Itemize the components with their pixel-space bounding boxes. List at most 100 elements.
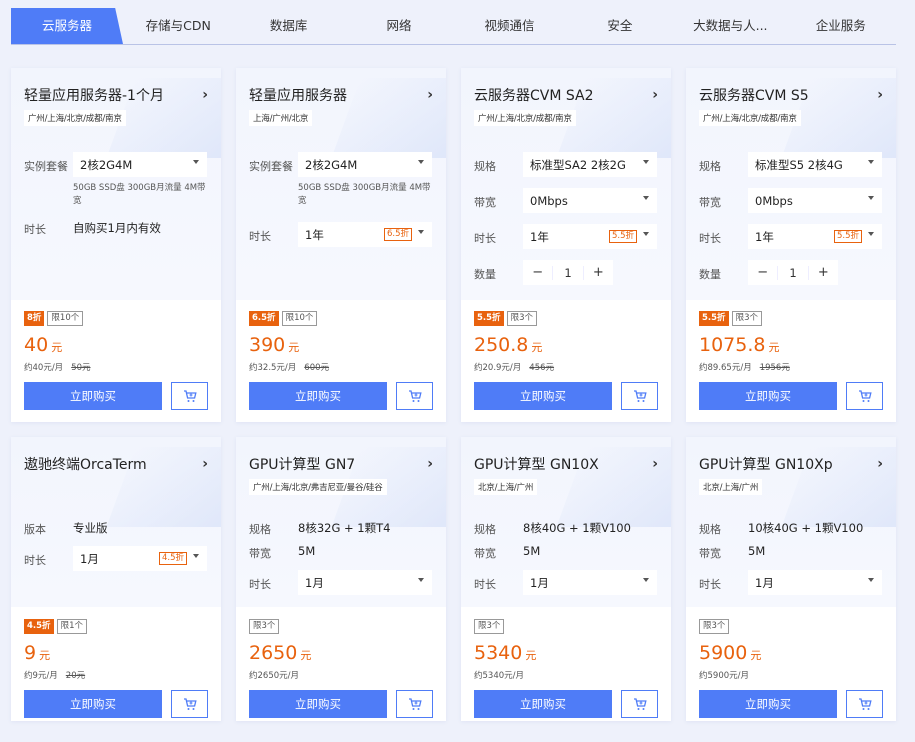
tab-security[interactable]: 安全 [565, 8, 675, 44]
chevron-right-icon: › [877, 87, 883, 103]
bandwidth-select[interactable]: 0Mbps [523, 188, 657, 213]
duration-select[interactable]: 1月 [748, 570, 882, 595]
spec-select[interactable]: 标准型SA2 2核2G [523, 152, 657, 177]
spec-value: 8核40G + 1颗V100 [523, 521, 631, 535]
add-to-cart-button[interactable] [171, 382, 208, 410]
discount-badge: 8折 [24, 311, 45, 326]
duration-label: 时长 [699, 578, 721, 591]
card-title-link[interactable]: GPU计算型 GN10Xp › [699, 454, 883, 474]
buy-now-button[interactable]: 立即购买 [474, 690, 612, 718]
card-title-link[interactable]: 遨驰终端OrcaTerm › [24, 454, 208, 474]
chevron-down-icon [868, 232, 874, 236]
duration-select[interactable]: 1月 [298, 570, 432, 595]
tab-network[interactable]: 网络 [344, 8, 454, 44]
chevron-right-icon: › [202, 456, 208, 472]
spec-value: 10核40G + 1颗V100 [748, 521, 864, 535]
duration-select[interactable]: 1年 6.5折 [298, 222, 432, 247]
buy-now-button[interactable]: 立即购买 [474, 382, 612, 410]
product-card-cvm-s5: 云服务器CVM S5 › 广州/上海/北京/成都/南京 规格 标准型S5 2核4… [686, 68, 896, 422]
card-title-link[interactable]: 轻量应用服务器-1个月 › [24, 85, 208, 105]
price-unit: 元 [51, 341, 63, 354]
quantity-value[interactable]: 1 [552, 265, 584, 280]
chevron-down-icon [418, 578, 424, 582]
quantity-value[interactable]: 1 [777, 265, 809, 280]
card-title-link[interactable]: 轻量应用服务器 › [249, 85, 433, 105]
product-card-orcaterm: 遨驰终端OrcaTerm › 版本 专业版 时长 1月 4.5折 4.5折 限1… [11, 437, 221, 721]
monthly-price: 约40元/月 [24, 363, 64, 373]
badges: 5.5折 限3个 [699, 311, 762, 326]
buy-now-button[interactable]: 立即购买 [249, 382, 387, 410]
cart-icon [183, 389, 197, 402]
card-title: GPU计算型 GN7 [249, 457, 356, 473]
add-to-cart-button[interactable] [621, 690, 658, 718]
spec-select[interactable]: 标准型S5 2核4G [748, 152, 882, 177]
package-select[interactable]: 2核2G4M [73, 152, 207, 177]
card-title-link[interactable]: GPU计算型 GN10X › [474, 454, 658, 474]
minus-icon[interactable]: − [748, 265, 777, 280]
original-price: 1956元 [759, 363, 790, 373]
add-to-cart-button[interactable] [396, 382, 433, 410]
badges: 5.5折 限3个 [474, 311, 537, 326]
tab-video[interactable]: 视频通信 [454, 8, 564, 44]
add-to-cart-button[interactable] [846, 690, 883, 718]
duration-discount-tag: 5.5折 [833, 230, 862, 243]
product-card-gpu-gn10x: GPU计算型 GN10X › 北京/上海/广州 规格 8核40G + 1颗V10… [461, 437, 671, 721]
price: 390 元 [249, 334, 299, 356]
price-amount: 5340 [474, 642, 523, 664]
price: 5900 元 [699, 642, 761, 664]
buy-now-button[interactable]: 立即购买 [249, 690, 387, 718]
cart-icon [858, 389, 872, 402]
duration-select[interactable]: 1月 [523, 570, 657, 595]
add-to-cart-button[interactable] [171, 690, 208, 718]
card-title-link[interactable]: GPU计算型 GN7 › [249, 454, 433, 474]
product-card-gpu-gn10xp: GPU计算型 GN10Xp › 北京/上海/广州 规格 10核40G + 1颗V… [686, 437, 896, 721]
plus-icon[interactable]: + [809, 265, 838, 280]
duration-select[interactable]: 1年 5.5折 [523, 224, 657, 249]
add-to-cart-button[interactable] [846, 382, 883, 410]
edition-value: 专业版 [73, 521, 108, 535]
minus-icon[interactable]: − [523, 265, 552, 280]
bandwidth-label: 带宽 [699, 196, 721, 209]
add-to-cart-button[interactable] [621, 382, 658, 410]
price-amount: 1075.8 [699, 334, 766, 356]
plus-icon[interactable]: + [584, 265, 613, 280]
tab-storage-cdn[interactable]: 存储与CDN [123, 8, 233, 44]
bandwidth-select[interactable]: 0Mbps [748, 188, 882, 213]
chevron-down-icon [418, 160, 424, 164]
spec-value: 标准型S5 2核4G [755, 157, 843, 172]
spec-label: 规格 [474, 523, 496, 536]
discount-badge: 6.5折 [249, 311, 279, 326]
duration-select[interactable]: 1年 5.5折 [748, 224, 882, 249]
buy-now-button[interactable]: 立即购买 [24, 382, 162, 410]
package-value: 2核2G4M [80, 157, 133, 172]
duration-discount-tag: 4.5折 [158, 552, 187, 565]
buy-now-button[interactable]: 立即购买 [699, 382, 837, 410]
buy-now-button[interactable]: 立即购买 [699, 690, 837, 718]
price-amount: 250.8 [474, 334, 529, 356]
edition-label: 版本 [24, 523, 46, 536]
cart-icon [633, 389, 647, 402]
price-per-month: 约40元/月 50元 [24, 361, 91, 373]
chevron-right-icon: › [427, 87, 433, 103]
tab-database[interactable]: 数据库 [233, 8, 343, 44]
card-title: GPU计算型 GN10X [474, 457, 599, 473]
badges: 限3个 [249, 619, 280, 634]
card-title-link[interactable]: 云服务器CVM S5 › [699, 85, 883, 105]
tab-enterprise[interactable]: 企业服务 [786, 8, 896, 44]
duration-label: 时长 [474, 578, 496, 591]
package-select[interactable]: 2核2G4M [298, 152, 432, 177]
price: 1075.8 元 [699, 334, 779, 356]
duration-value: 1年 [530, 229, 549, 244]
buy-now-button[interactable]: 立即购买 [24, 690, 162, 718]
tab-cloud-server[interactable]: 云服务器 [11, 8, 123, 44]
tab-bigdata-ai[interactable]: 大数据与人... [675, 8, 785, 44]
chevron-down-icon [643, 578, 649, 582]
price-unit: 元 [288, 341, 300, 354]
card-title-link[interactable]: 云服务器CVM SA2 › [474, 85, 658, 105]
add-to-cart-button[interactable] [396, 690, 433, 718]
region-list: 北京/上海/广州 [699, 479, 763, 495]
card-title: 遨驰终端OrcaTerm [24, 457, 147, 473]
chevron-right-icon: › [877, 456, 883, 472]
chevron-right-icon: › [202, 87, 208, 103]
duration-select[interactable]: 1月 4.5折 [73, 546, 207, 571]
